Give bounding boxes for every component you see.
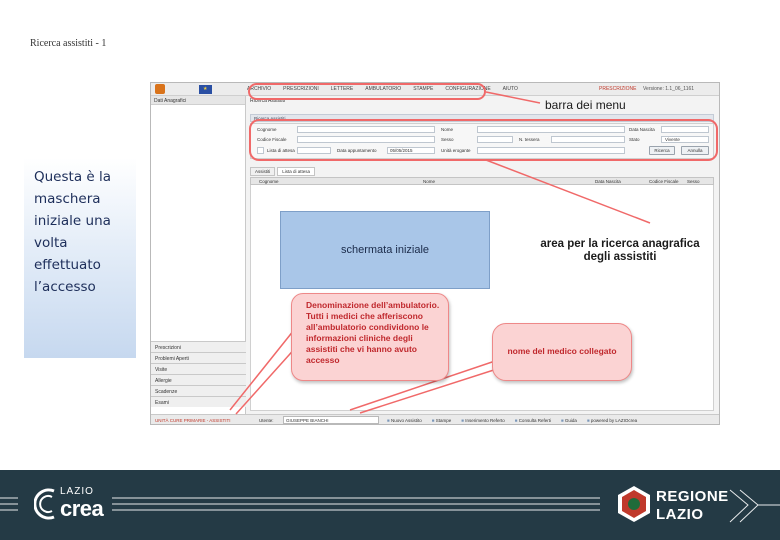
- callout-ambulatorio-text: Denominazione dell’ambulatorio. Tutti i …: [306, 300, 440, 365]
- regione-lazio-line1: REGIONE: [656, 488, 729, 505]
- callout-medico-text: nome del medico collegato: [507, 346, 617, 356]
- laziocrea-logo-icon: [34, 488, 55, 520]
- label-barra-menu: barra dei menu: [545, 98, 626, 112]
- label-area-ricerca: area per la ricerca anagrafica degli ass…: [540, 238, 700, 263]
- callout-medico: nome del medico collegato: [492, 323, 632, 381]
- regione-lazio-line2: LAZIO: [656, 506, 704, 523]
- laziocrea-logo-big: crea: [60, 496, 104, 521]
- regione-lazio-seal-icon: [618, 486, 650, 522]
- footer-decoration: [0, 489, 780, 523]
- callout-ambulatorio: Denominazione dell’ambulatorio. Tutti i …: [291, 293, 449, 381]
- annotation-lines: [229, 91, 651, 415]
- footer: LAZIO crea REGIONE LAZIO: [0, 470, 780, 540]
